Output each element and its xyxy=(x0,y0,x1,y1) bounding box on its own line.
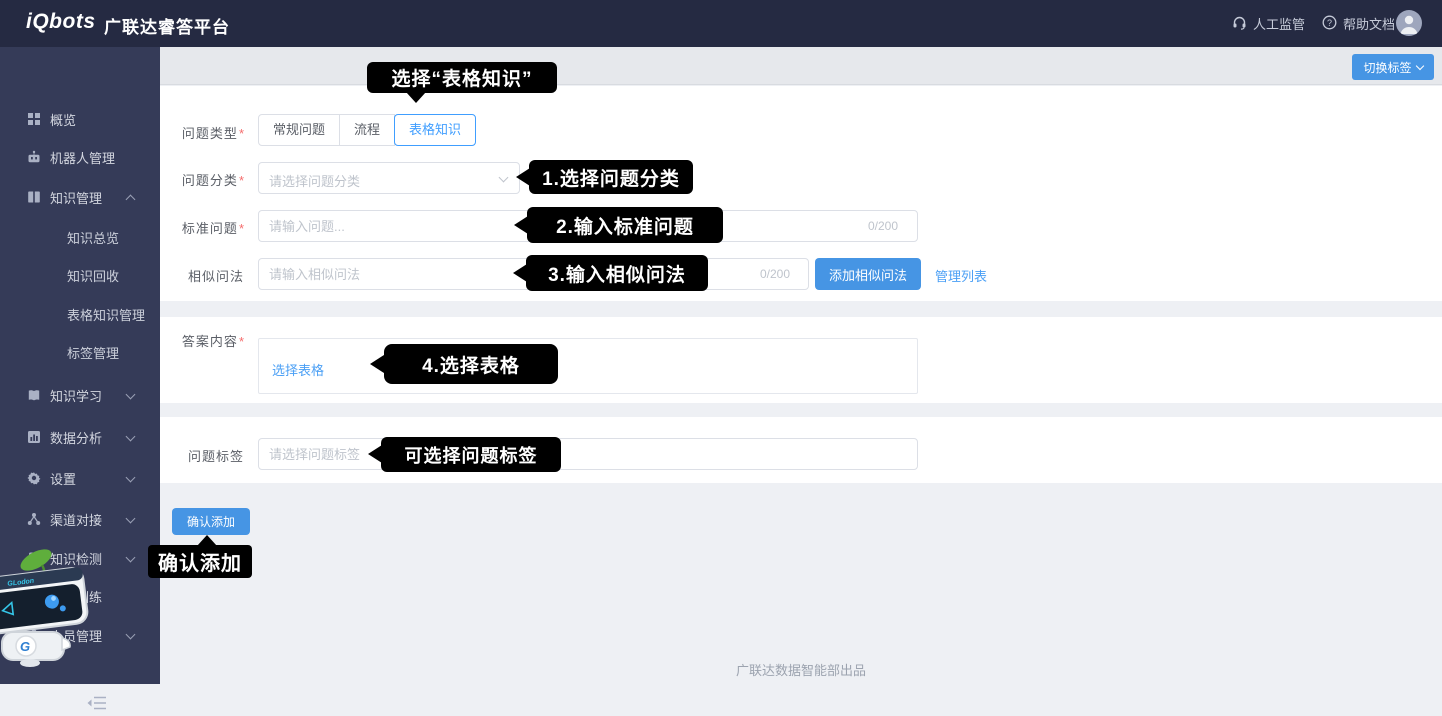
answer-content-label: 答案内容* xyxy=(158,331,244,350)
callout-pointer-up xyxy=(197,535,217,546)
category-select[interactable]: 请选择问题分类 xyxy=(258,162,520,194)
svg-text:?: ? xyxy=(1327,18,1332,28)
category-label: 问题分类* xyxy=(158,170,244,189)
mascot-robot-image: GLodon G xyxy=(0,548,116,673)
sidebar-item-label: 标签管理 xyxy=(67,343,119,362)
callout-step2: 2.输入标准问题 xyxy=(527,207,723,243)
grid-icon xyxy=(27,112,41,126)
callout-pointer-left xyxy=(368,445,382,463)
callout-pointer-left xyxy=(513,264,527,282)
gear-icon xyxy=(27,471,41,485)
footer-credit: 广联达数据智能部出品 xyxy=(160,660,1442,679)
chevron-down-icon xyxy=(126,514,136,524)
required-asterisk: * xyxy=(239,126,244,141)
sidebar-item-table-knowledge-management[interactable]: 表格知识管理 xyxy=(0,302,160,326)
chevron-down-icon xyxy=(126,473,136,483)
manual-monitor-menu[interactable]: 人工监管 xyxy=(1232,0,1305,47)
sidebar-item-label: 数据分析 xyxy=(50,428,102,447)
sidebar-item-label: 渠道对接 xyxy=(50,510,102,529)
chevron-down-icon xyxy=(1415,61,1423,69)
sidebar-item-label: 表格知识管理 xyxy=(67,305,145,324)
category-placeholder: 请选择问题分类 xyxy=(269,171,360,190)
channel-icon xyxy=(27,512,41,526)
add-similar-question-button[interactable]: 添加相似问法 xyxy=(815,258,921,290)
required-asterisk: * xyxy=(239,173,244,188)
sidebar-collapse-icon[interactable] xyxy=(86,695,108,716)
logo-iqbots: iQbots xyxy=(26,10,96,34)
manage-list-link[interactable]: 管理列表 xyxy=(935,266,987,285)
callout-step3: 3.输入相似问法 xyxy=(526,255,708,291)
answer-content-box xyxy=(258,338,918,394)
question-tags-label: 问题标签 xyxy=(158,446,244,465)
callout-pointer-left xyxy=(514,216,528,234)
sidebar-item-label: 知识回收 xyxy=(67,266,119,285)
user-avatar[interactable] xyxy=(1396,10,1422,36)
chevron-down-icon xyxy=(126,553,136,563)
sidebar-item-settings[interactable]: 设置 xyxy=(0,466,160,490)
tabbar xyxy=(160,47,1442,85)
select-table-link[interactable]: 选择表格 xyxy=(272,360,324,379)
sidebar-item-knowledge-management[interactable]: 知识管理 xyxy=(0,185,160,209)
callout-pointer-left xyxy=(516,168,530,186)
callout-step1: 1.选择问题分类 xyxy=(529,160,693,194)
callout-confirm-add: 确认添加 xyxy=(148,545,252,578)
sidebar-item-label: 设置 xyxy=(50,469,76,488)
chart-icon xyxy=(27,430,41,444)
help-docs-menu[interactable]: ? 帮助文档 xyxy=(1322,0,1395,47)
sidebar-item-label: 知识学习 xyxy=(50,386,102,405)
chevron-down-icon xyxy=(499,173,509,183)
callout-pointer-down xyxy=(406,92,426,103)
radio-table-knowledge[interactable]: 表格知识 xyxy=(394,114,476,146)
confirm-add-button[interactable]: 确认添加 xyxy=(172,508,250,535)
required-asterisk: * xyxy=(239,221,244,236)
svg-text:G: G xyxy=(20,639,30,654)
similar-question-label: 相似问法 xyxy=(158,266,244,285)
chevron-up-icon xyxy=(126,195,136,205)
switch-tag-button[interactable]: 切换标签 xyxy=(1352,54,1434,80)
help-docs-label: 帮助文档 xyxy=(1343,14,1395,33)
sidebar-item-knowledge-overview[interactable]: 知识总览 xyxy=(0,225,160,249)
headset-icon xyxy=(1232,15,1247,33)
question-circle-icon: ? xyxy=(1322,15,1337,33)
book-icon xyxy=(27,190,41,204)
switch-tag-label: 切换标签 xyxy=(1363,59,1411,76)
sidebar-item-tag-management[interactable]: 标签管理 xyxy=(0,340,160,364)
chevron-down-icon xyxy=(126,390,136,400)
chevron-down-icon xyxy=(126,630,136,640)
topbar: iQbots 广联达睿答平台 人工监管 ? 帮助文档 xyxy=(0,0,1442,47)
radio-regular-question[interactable]: 常规问题 xyxy=(258,114,340,146)
sidebar-item-label: 概览 xyxy=(50,110,76,129)
callout-step4: 4.选择表格 xyxy=(384,344,558,384)
sidebar-item-label: 机器人管理 xyxy=(50,148,115,167)
question-type-label: 问题类型* xyxy=(158,123,244,142)
similar-question-counter: 0/200 xyxy=(760,267,790,281)
sidebar-item-channel-connect[interactable]: 渠道对接 xyxy=(0,507,160,531)
robot-icon xyxy=(27,150,41,164)
callout-optional-tags: 可选择问题标签 xyxy=(381,437,561,472)
question-tags-input[interactable] xyxy=(258,438,918,470)
platform-title: 广联达睿答平台 xyxy=(104,13,230,38)
sidebar-item-overview[interactable]: 概览 xyxy=(0,107,160,131)
manual-monitor-label: 人工监管 xyxy=(1253,14,1305,33)
sidebar-item-knowledge-recycle[interactable]: 知识回收 xyxy=(0,263,160,287)
standard-question-counter: 0/200 xyxy=(868,219,898,233)
standard-question-label: 标准问题* xyxy=(158,218,244,237)
sidebar-item-knowledge-learning[interactable]: 知识学习 xyxy=(0,383,160,407)
study-icon xyxy=(27,388,41,402)
callout-pointer-left xyxy=(370,355,384,373)
sidebar-item-robot-management[interactable]: 机器人管理 xyxy=(0,145,160,169)
sidebar-item-label: 知识总览 xyxy=(67,228,119,247)
callout-select-table-knowledge: 选择“表格知识” xyxy=(367,62,557,93)
question-type-radio-group: 常规问题 流程 表格知识 xyxy=(258,114,476,146)
required-asterisk: * xyxy=(239,334,244,349)
chevron-down-icon xyxy=(126,432,136,442)
radio-flow[interactable]: 流程 xyxy=(339,114,395,146)
sidebar-item-label: 知识管理 xyxy=(50,188,102,207)
sidebar-item-data-analysis[interactable]: 数据分析 xyxy=(0,425,160,449)
